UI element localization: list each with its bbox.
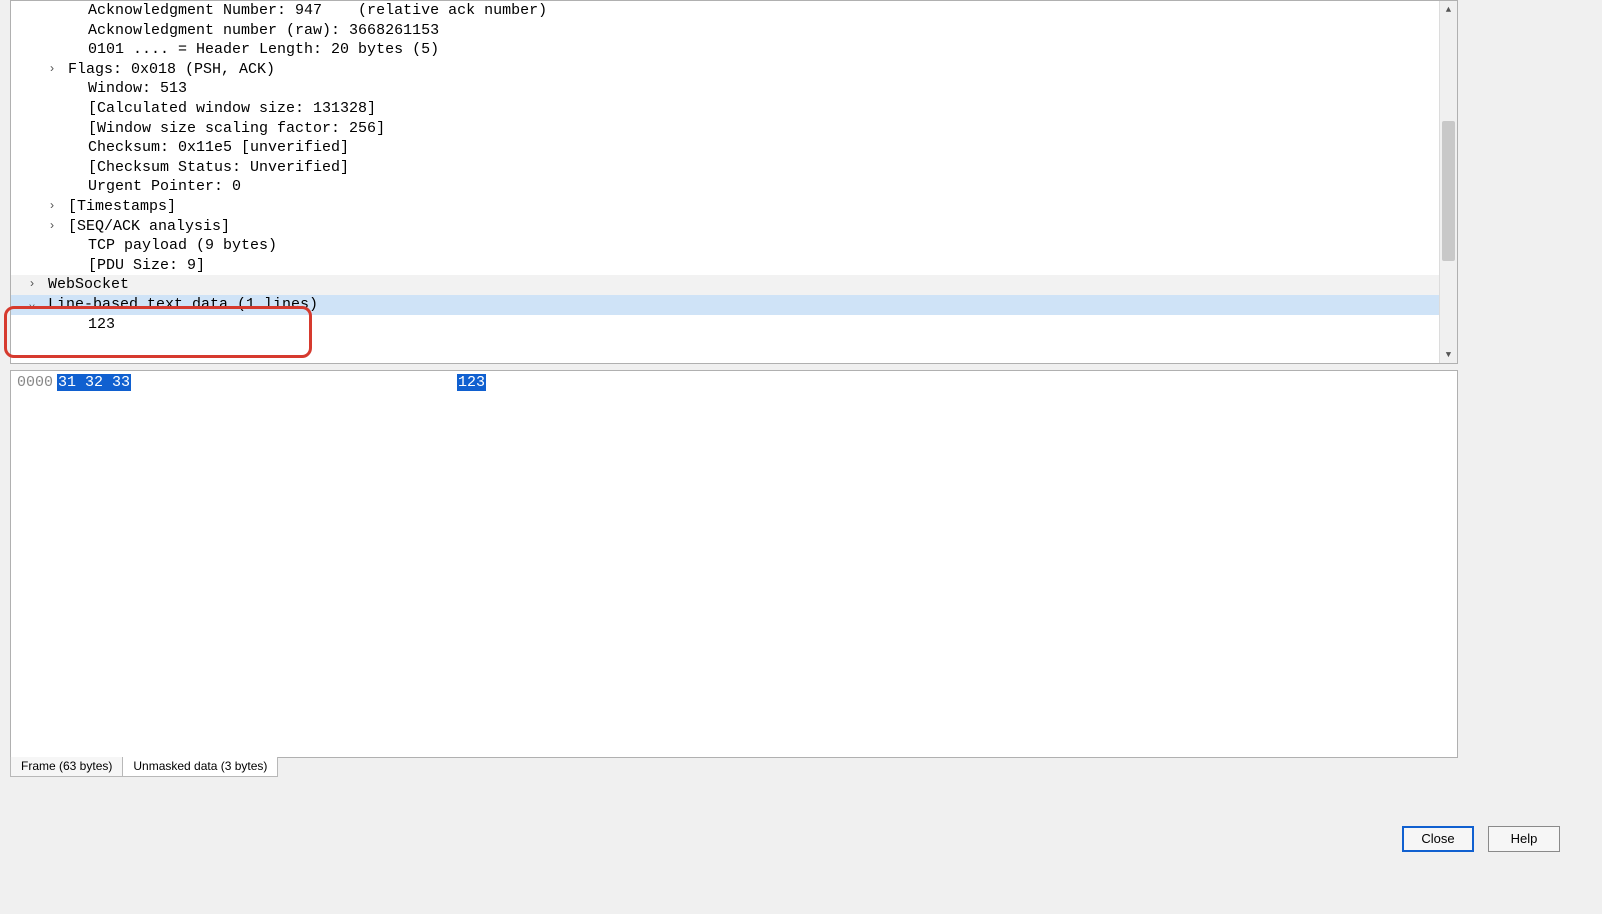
help-button[interactable]: Help xyxy=(1488,826,1560,852)
tree-row[interactable]: Urgent Pointer: 0 xyxy=(11,177,1457,197)
close-button[interactable]: Close xyxy=(1402,826,1474,852)
tree-row-text: [PDU Size: 9] xyxy=(88,257,205,274)
scroll-down-icon[interactable]: ▼ xyxy=(1440,346,1457,363)
tree-row[interactable]: Checksum: 0x11e5 [unverified] xyxy=(11,138,1457,158)
hex-row[interactable]: 0000 31 32 33 123 xyxy=(17,373,1451,392)
tree-row[interactable]: ⌄ Line-based text data (1 lines) xyxy=(11,295,1457,315)
expand-icon[interactable]: › xyxy=(45,217,59,237)
packet-bytes-panel[interactable]: 0000 31 32 33 123 xyxy=(10,370,1458,758)
tree-row-text: [SEQ/ACK analysis] xyxy=(68,218,230,235)
tree-row-text: Acknowledgment number (raw): 3668261153 xyxy=(88,22,439,39)
tree-row[interactable]: Window: 513 xyxy=(11,79,1457,99)
tree-row[interactable]: › WebSocket xyxy=(11,275,1457,295)
tree-row[interactable]: › [SEQ/ACK analysis] xyxy=(11,217,1457,237)
expand-icon[interactable]: › xyxy=(45,60,59,80)
tree-row-text: [Window size scaling factor: 256] xyxy=(88,120,385,137)
tree-row[interactable]: [PDU Size: 9] xyxy=(11,256,1457,276)
tree-scrollbar[interactable]: ▲ ▼ xyxy=(1439,1,1457,363)
tree-row-text: [Checksum Status: Unverified] xyxy=(88,159,349,176)
hex-ascii: 123 xyxy=(457,373,486,392)
tree-row-text: Checksum: 0x11e5 [unverified] xyxy=(88,139,349,156)
tab-frame[interactable]: Frame (63 bytes) xyxy=(10,757,123,777)
hex-bytes-highlight: 31 32 33 xyxy=(57,374,131,391)
tree-row[interactable]: Acknowledgment number (raw): 3668261153 xyxy=(11,21,1457,41)
hex-ascii-highlight: 123 xyxy=(457,374,486,391)
tree-row[interactable]: Acknowledgment Number: 947 (relative ack… xyxy=(11,1,1457,21)
tree-row-text: Urgent Pointer: 0 xyxy=(88,178,241,195)
tree-row[interactable]: [Calculated window size: 131328] xyxy=(11,99,1457,119)
tree-row-text: 0101 .... = Header Length: 20 bytes (5) xyxy=(88,41,439,58)
tree-row-text: Flags: 0x018 (PSH, ACK) xyxy=(68,61,275,78)
tree-row[interactable]: [Checksum Status: Unverified] xyxy=(11,158,1457,178)
tree-row-text: WebSocket xyxy=(48,276,129,293)
tree-row[interactable]: TCP payload (9 bytes) xyxy=(11,236,1457,256)
tree-row-text: 123 xyxy=(88,316,115,333)
tree-row[interactable]: › [Timestamps] xyxy=(11,197,1457,217)
tree-row[interactable]: 0101 .... = Header Length: 20 bytes (5) xyxy=(11,40,1457,60)
tree-row[interactable]: › Flags: 0x018 (PSH, ACK) xyxy=(11,60,1457,80)
tree-row[interactable]: [Window size scaling factor: 256] xyxy=(11,119,1457,139)
expand-icon[interactable]: › xyxy=(45,197,59,217)
bytes-pane-tabs: Frame (63 bytes)Unmasked data (3 bytes) xyxy=(10,758,1458,778)
tab-unmasked-data[interactable]: Unmasked data (3 bytes) xyxy=(122,757,278,777)
collapse-icon[interactable]: ⌄ xyxy=(25,295,39,315)
tree-row-text: TCP payload (9 bytes) xyxy=(88,237,277,254)
hex-offset: 0000 xyxy=(17,373,57,392)
tree-row[interactable]: 123 xyxy=(11,315,1457,335)
scroll-up-icon[interactable]: ▲ xyxy=(1440,1,1457,18)
hex-bytes: 31 32 33 xyxy=(57,373,457,392)
tree-row-text: Window: 513 xyxy=(88,80,187,97)
tree-row-text: [Timestamps] xyxy=(68,198,176,215)
scroll-thumb[interactable] xyxy=(1442,121,1455,261)
tree-row-text: Acknowledgment Number: 947 (relative ack… xyxy=(88,2,547,19)
packet-details-tree[interactable]: Acknowledgment Number: 947 (relative ack… xyxy=(10,0,1458,364)
tree-row-text: Line-based text data (1 lines) xyxy=(48,296,318,313)
tree-row-text: [Calculated window size: 131328] xyxy=(88,100,376,117)
expand-icon[interactable]: › xyxy=(25,275,39,295)
